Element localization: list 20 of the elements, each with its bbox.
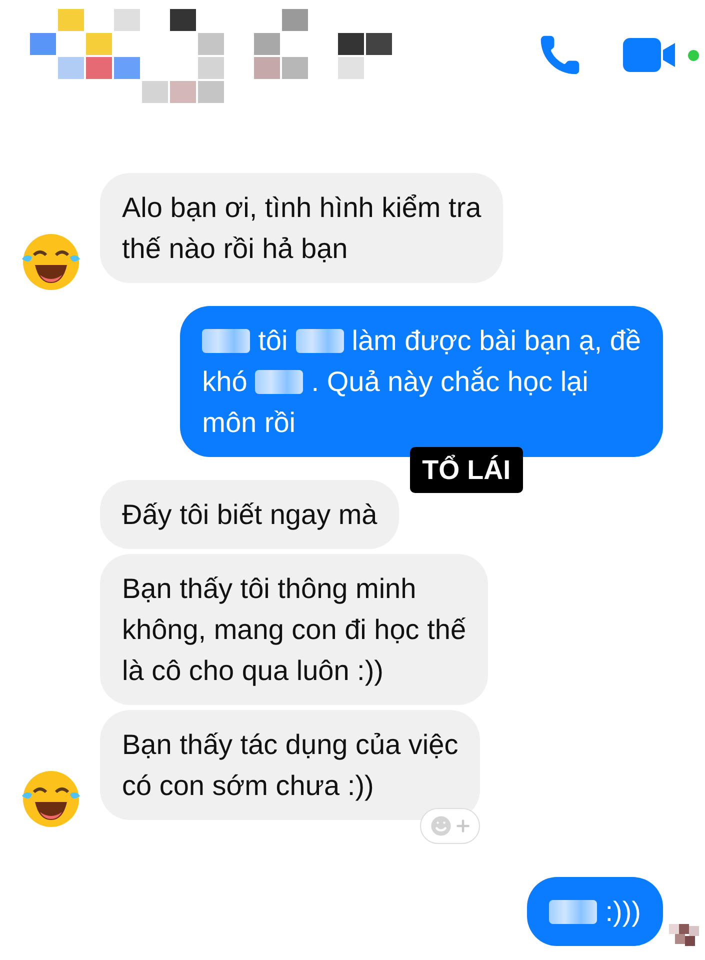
message-text: :)))	[605, 895, 641, 929]
message-text: Bạn thấy tác dụng của việc	[122, 728, 458, 762]
blurred-word	[255, 370, 304, 394]
message-text: không, mang con đi học thế	[122, 613, 466, 647]
message-text: . Quả này chắc học lại	[311, 365, 588, 399]
sticker-label: TỔ LÁI	[410, 446, 523, 493]
message-text: môn rồi	[202, 406, 296, 440]
blurred-word	[296, 328, 344, 352]
blurred-word	[549, 900, 598, 924]
message-text: Đấy tôi biết ngay mà	[122, 498, 378, 532]
message-text: làm được bài bạn ạ, đề	[352, 324, 641, 358]
message-text: khó	[202, 365, 248, 399]
message-text: Alo bạn ơi, tình hình kiểm tra	[122, 191, 482, 225]
plus-icon	[454, 817, 472, 835]
message-text: tôi	[258, 324, 288, 358]
message-text: Bạn thấy tôi thông minh	[122, 572, 416, 606]
blurred-word	[202, 328, 250, 352]
message-text: là cô cho qua luôn :))	[122, 654, 384, 688]
message-text: thế nào rồi hả bạn	[122, 232, 348, 266]
message-text: có con sớm chưa :))	[122, 769, 374, 803]
